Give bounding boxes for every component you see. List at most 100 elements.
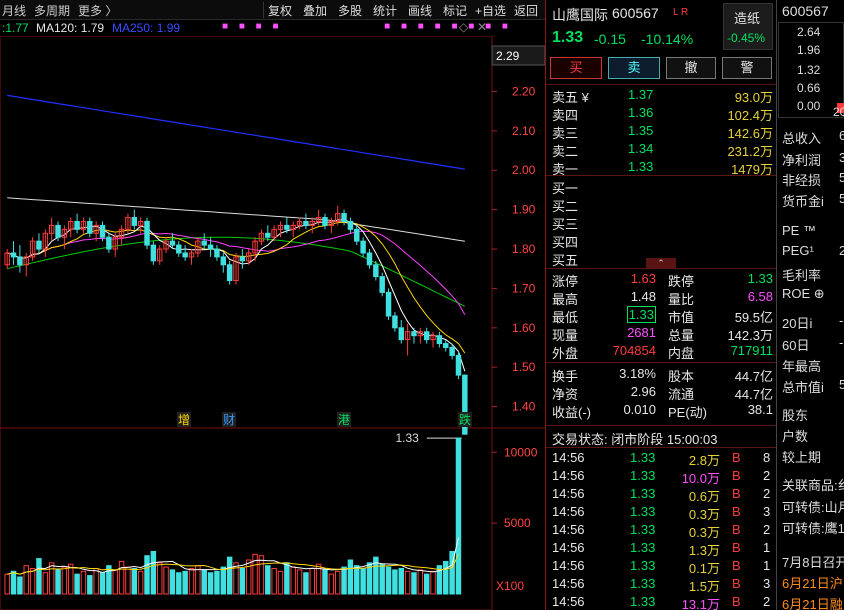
stat-value: 704854 [612, 343, 656, 358]
side-item[interactable]: PEG¹ 2 [782, 243, 844, 258]
side-item[interactable]: 毛利率 [782, 265, 844, 284]
alert-button[interactable]: 警 [722, 57, 772, 79]
bid-row[interactable]: 买二 [546, 195, 777, 214]
cancel-order-button[interactable]: 撤 [666, 57, 716, 79]
side-item[interactable]: 年最高 [782, 356, 844, 375]
side-item[interactable]: 可转债:鹰1 [782, 518, 844, 537]
candle-body [411, 331, 417, 337]
more-menu[interactable]: 更多 〉 [78, 2, 117, 19]
tick-row: 14:56 1.33 13.1万 B 2 [546, 593, 777, 610]
volume-bar [176, 572, 182, 595]
tick-time: 14:56 [552, 504, 585, 519]
overlay-button[interactable]: 叠加 [303, 2, 327, 19]
ask-row[interactable]: 卖一 1.33 1479万 [546, 158, 777, 177]
side-item[interactable]: 6月21日融 [782, 594, 844, 610]
volume-bar [106, 565, 112, 595]
event-marker: 财 [223, 413, 235, 427]
stat-value: 1.63 [630, 271, 656, 286]
side-item-label: 较上期 [782, 450, 822, 465]
volume-bar [347, 559, 354, 595]
stats-button[interactable]: 统计 [373, 2, 397, 19]
sector-name: 造纸 [734, 11, 761, 26]
side-item[interactable]: 非经损 5 [782, 170, 844, 189]
side-item-label: 户数 [782, 429, 809, 444]
side-item[interactable]: 较上期 [782, 447, 844, 466]
volume-bar [398, 567, 404, 595]
candle-body [207, 244, 214, 250]
toolbar-divider [263, 2, 264, 18]
back-button[interactable]: 返回 [514, 2, 538, 19]
tick-row: 14:56 1.33 0.3万 B 2 [546, 521, 777, 540]
volume-bar [48, 562, 55, 595]
side-item[interactable]: ROE ⊕ [782, 286, 844, 302]
collapse-toggle[interactable]: ⌃ [546, 258, 777, 268]
volume-bar [245, 559, 252, 595]
bid-row[interactable]: 买四 [546, 231, 777, 250]
ask-row[interactable]: 卖五 ¥1.37 93.0万 [546, 86, 777, 105]
volume-bar [99, 572, 106, 595]
ma120-value: MA120: 1.79 [36, 21, 105, 35]
tick-row: 14:56 1.33 1.3万 B 1 [546, 539, 777, 558]
ask-row[interactable]: 卖二 1.34 231.2万 [546, 140, 777, 159]
candle-body [322, 217, 328, 226]
ask-row[interactable]: 卖四 1.36 102.4万 [546, 104, 777, 123]
side-item[interactable]: 关联商品:纟 [782, 475, 844, 494]
stat-label: PE(动) [668, 405, 708, 420]
multi-period-tab[interactable]: 多周期 [34, 2, 70, 19]
kline-chart[interactable]: 2.29 2.20 2.10 2.00 1.90 1.80 1.70 1.60 1.50 1.40… [0, 36, 545, 610]
bid-row[interactable]: 买一 [546, 177, 777, 196]
adjust-button[interactable]: 复权 [268, 2, 292, 19]
stat-row: 最高 1.48 量比 6.58 [546, 288, 777, 307]
sell-button[interactable]: 卖 [608, 57, 660, 79]
candle-body [379, 276, 385, 293]
side-item[interactable]: 货币金i 5 [782, 191, 844, 210]
side-item-label: 毛利率 [782, 268, 822, 283]
pct-change: -10.14% [641, 31, 694, 47]
stat-label: 外盘 [552, 346, 579, 361]
side-item[interactable]: 总市值i 5 [782, 377, 844, 396]
side-item[interactable]: 户数 [782, 426, 844, 445]
multi-stock-button[interactable]: 多股 [338, 2, 362, 19]
candle-body [455, 354, 462, 376]
tick-side: B [732, 576, 741, 591]
stat-label: 内盘 [668, 346, 695, 361]
volume-bar [182, 570, 188, 595]
bid-row[interactable]: 买三 [546, 213, 777, 232]
tick-count: 1 [763, 558, 771, 573]
price-tick-label: 1.40 [512, 400, 536, 414]
chevron-up-icon[interactable]: ⌃ [646, 258, 676, 268]
volume-bar [411, 572, 417, 595]
side-item[interactable]: 6月21日沪 [782, 573, 844, 592]
side-item[interactable]: 净利润 3 [782, 150, 844, 169]
mark-button[interactable]: 标记 [443, 2, 467, 19]
volume-bar [4, 573, 10, 595]
side-item[interactable]: 60日 - [782, 335, 844, 354]
volume-bar [169, 569, 176, 595]
buy-button[interactable]: 买 [550, 57, 602, 79]
divider [546, 362, 777, 363]
top-price-label: 2.29 [496, 49, 520, 63]
side-item-label: 7月8日召开 [782, 555, 844, 570]
side-item[interactable]: 20日i - [782, 313, 844, 332]
side-item[interactable]: 总收入 6 [782, 128, 844, 147]
diamond-icon[interactable]: ◇ [459, 20, 468, 34]
monthly-tab[interactable]: 月线 [2, 2, 26, 19]
draw-line-button[interactable]: 画线 [408, 2, 432, 19]
side-item[interactable]: 7月8日召开 [782, 552, 844, 571]
close-icon[interactable]: ✕ [477, 20, 487, 34]
sector-badge[interactable]: 造纸 -0.45% [723, 3, 773, 50]
volume-bar [61, 566, 68, 595]
tick-count: 3 [763, 504, 771, 519]
divider [546, 175, 777, 176]
volume-bar [112, 569, 118, 595]
add-watchlist-button[interactable]: +自选 [475, 2, 506, 19]
side-item[interactable]: PE ™ [782, 223, 844, 238]
side-item[interactable]: 可转债:山月 [782, 497, 844, 516]
tick-price: 1.33 [630, 522, 656, 537]
side-item[interactable]: 股东 [782, 405, 844, 424]
side-item-label: 总收入 [782, 131, 822, 146]
volume-bar [23, 565, 29, 595]
tick-side: B [732, 522, 741, 537]
stat-value: 38.1 [747, 402, 773, 417]
ask-row[interactable]: 卖三 1.35 142.6万 [546, 122, 777, 141]
